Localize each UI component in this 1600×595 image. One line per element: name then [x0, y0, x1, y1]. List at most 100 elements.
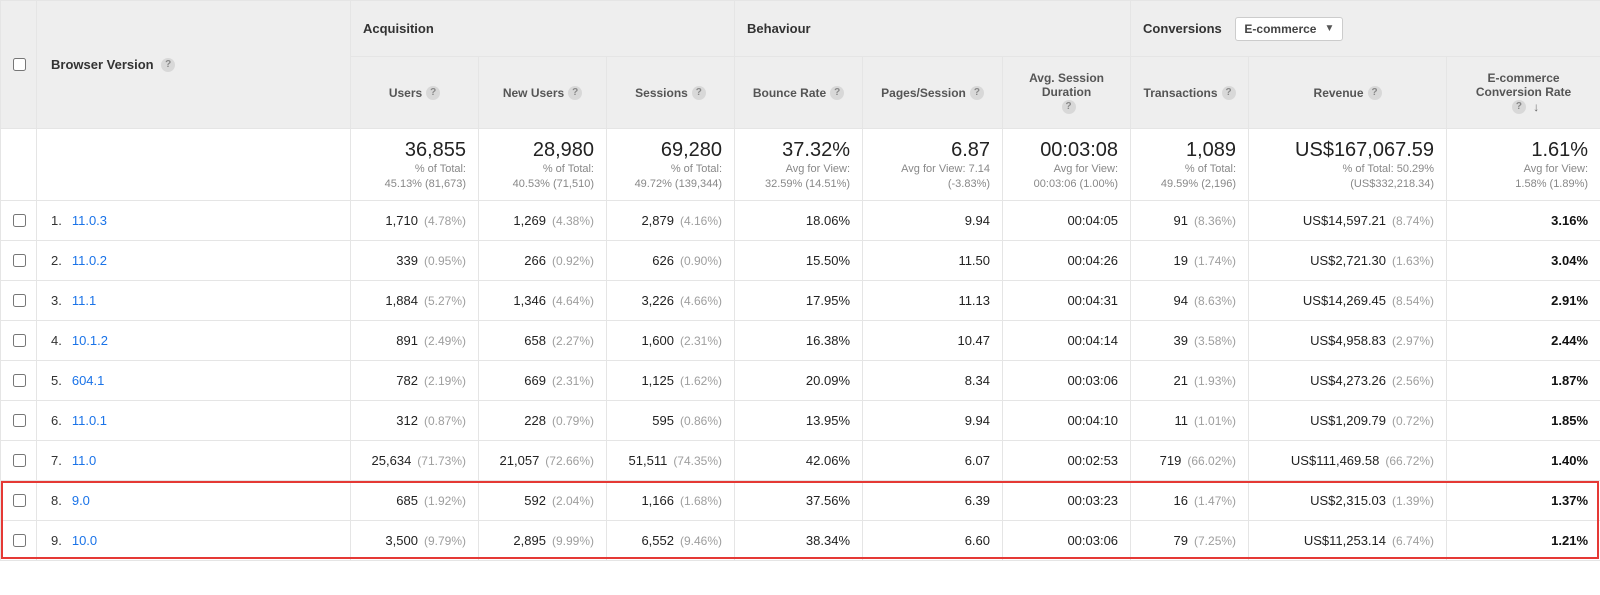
- col-ecommerce-conversion-rate[interactable]: E-commerce Conversion Rate ? ↓: [1447, 57, 1600, 129]
- row-checkbox[interactable]: [13, 214, 26, 227]
- row-checkbox-cell[interactable]: [1, 281, 37, 321]
- cell-txn: 16(1.47%): [1131, 481, 1249, 521]
- row-checkbox-cell[interactable]: [1, 201, 37, 241]
- col-revenue[interactable]: Revenue?: [1249, 57, 1447, 129]
- row-checkbox[interactable]: [13, 454, 26, 467]
- sort-descending-icon: ↓: [1533, 100, 1539, 114]
- row-checkbox[interactable]: [13, 494, 26, 507]
- help-icon[interactable]: ?: [568, 86, 582, 100]
- dimension-cell[interactable]: 7.11.0: [37, 441, 351, 481]
- dimension-header[interactable]: Browser Version ?: [37, 1, 351, 129]
- table-row[interactable]: 4.10.1.2891(2.49%)658(2.27%)1,600(2.31%)…: [1, 321, 1600, 361]
- col-new-users[interactable]: New Users?: [479, 57, 607, 129]
- dimension-cell[interactable]: 3.11.1: [37, 281, 351, 321]
- conversions-dropdown[interactable]: E-commerce ▼: [1235, 17, 1343, 41]
- dimension-cell[interactable]: 1. 11.0.3: [37, 201, 351, 241]
- dimension-cell[interactable]: 6. 11.0.1: [37, 401, 351, 441]
- cell-asd: 00:04:26: [1003, 241, 1131, 281]
- row-checkbox[interactable]: [13, 294, 26, 307]
- dimension-link[interactable]: 604.1: [72, 373, 105, 388]
- dimension-link[interactable]: 11.0: [72, 453, 96, 468]
- row-checkbox[interactable]: [13, 374, 26, 387]
- row-checkbox[interactable]: [13, 334, 26, 347]
- help-icon[interactable]: ?: [692, 86, 706, 100]
- table-row[interactable]: 5.604.1782(2.19%)669(2.31%)1,125(1.62%)2…: [1, 361, 1600, 401]
- summary-row: 36,855 % of Total: 45.13% (81,673) 28,98…: [1, 129, 1600, 201]
- help-icon[interactable]: ?: [426, 86, 440, 100]
- cell-users: 339(0.95%): [351, 241, 479, 281]
- row-checkbox-cell[interactable]: [1, 321, 37, 361]
- cell-ecr: 3.16%: [1447, 201, 1600, 241]
- col-users[interactable]: Users?: [351, 57, 479, 129]
- group-behaviour: Behaviour: [735, 1, 1131, 57]
- cell-txn: 21(1.93%): [1131, 361, 1249, 401]
- row-checkbox-cell[interactable]: [1, 401, 37, 441]
- col-avg-session-duration[interactable]: Avg. Session Duration?: [1003, 57, 1131, 129]
- cell-new-users: 21,057(72.66%): [479, 441, 607, 481]
- help-icon[interactable]: ?: [1062, 100, 1076, 114]
- summary-txn: 1,089 % of Total: 49.59% (2,196): [1131, 129, 1249, 201]
- cell-sessions: 1,166(1.68%): [607, 481, 735, 521]
- col-transactions[interactable]: Transactions?: [1131, 57, 1249, 129]
- row-checkbox[interactable]: [13, 534, 26, 547]
- dimension-link[interactable]: 11.0.1: [72, 413, 107, 428]
- dimension-cell[interactable]: 9.10.0: [37, 521, 351, 561]
- row-checkbox-cell[interactable]: [1, 521, 37, 561]
- cell-sessions: 626(0.90%): [607, 241, 735, 281]
- col-pages-session[interactable]: Pages/Session?: [863, 57, 1003, 129]
- help-icon[interactable]: ?: [970, 86, 984, 100]
- table-row[interactable]: 2.11.0.2339(0.95%)266(0.92%)626(0.90%)15…: [1, 241, 1600, 281]
- cell-sessions: 1,600(2.31%): [607, 321, 735, 361]
- row-checkbox[interactable]: [13, 414, 26, 427]
- dimension-cell[interactable]: 8.9.0: [37, 481, 351, 521]
- row-index: 1.: [51, 213, 62, 228]
- row-index: 2.: [51, 253, 62, 268]
- select-all-checkbox[interactable]: [13, 58, 26, 71]
- cell-txn: 11(1.01%): [1131, 401, 1249, 441]
- cell-asd: 00:04:05: [1003, 201, 1131, 241]
- dimension-link[interactable]: 10.0: [72, 533, 97, 548]
- cell-pps: 6.07: [863, 441, 1003, 481]
- summary-new-users: 28,980 % of Total: 40.53% (71,510): [479, 129, 607, 201]
- dimension-link[interactable]: 11.0.2: [72, 253, 107, 268]
- table-row[interactable]: 8.9.0685(1.92%)592(2.04%)1,166(1.68%)37.…: [1, 481, 1600, 521]
- row-checkbox[interactable]: [13, 254, 26, 267]
- cell-users: 25,634(71.73%): [351, 441, 479, 481]
- row-checkbox-cell[interactable]: [1, 481, 37, 521]
- cell-ecr: 1.85%: [1447, 401, 1600, 441]
- dimension-link[interactable]: 11.0.3: [72, 213, 107, 228]
- cell-users: 1,710(4.78%): [351, 201, 479, 241]
- row-checkbox-cell[interactable]: [1, 441, 37, 481]
- row-index: 6.: [51, 413, 62, 428]
- dimension-link[interactable]: 9.0: [72, 493, 90, 508]
- cell-sessions: 2,879(4.16%): [607, 201, 735, 241]
- summary-rev: US$167,067.59 % of Total: 50.29% (US$332…: [1249, 129, 1447, 201]
- cell-ecr: 1.37%: [1447, 481, 1600, 521]
- cell-txn: 94(8.63%): [1131, 281, 1249, 321]
- table-row[interactable]: 1.11.0.31,710(4.78%)1,269(4.38%)2,879(4.…: [1, 201, 1600, 241]
- dimension-cell[interactable]: 4.10.1.2: [37, 321, 351, 361]
- col-bounce-rate[interactable]: Bounce Rate?: [735, 57, 863, 129]
- select-all-cell[interactable]: [1, 1, 37, 129]
- dimension-link[interactable]: 11.1: [72, 293, 96, 308]
- help-icon[interactable]: ?: [161, 58, 175, 72]
- dimension-link[interactable]: 10.1.2: [72, 333, 108, 348]
- dimension-cell[interactable]: 2. 11.0.2: [37, 241, 351, 281]
- help-icon[interactable]: ?: [1222, 86, 1236, 100]
- cell-asd: 00:03:23: [1003, 481, 1131, 521]
- cell-ecr: 2.44%: [1447, 321, 1600, 361]
- table-row[interactable]: 3.11.11,884(5.27%)1,346(4.64%)3,226(4.66…: [1, 281, 1600, 321]
- dimension-cell[interactable]: 5.604.1: [37, 361, 351, 401]
- table-row[interactable]: 9.10.03,500(9.79%)2,895(9.99%)6,552(9.46…: [1, 521, 1600, 561]
- help-icon[interactable]: ?: [1368, 86, 1382, 100]
- table-row[interactable]: 6.11.0.1312(0.87%)228(0.79%)595(0.86%)13…: [1, 401, 1600, 441]
- col-sessions[interactable]: Sessions?: [607, 57, 735, 129]
- row-checkbox-cell[interactable]: [1, 241, 37, 281]
- cell-asd: 00:04:31: [1003, 281, 1131, 321]
- cell-rev: US$111,469.58(66.72%): [1249, 441, 1447, 481]
- help-icon[interactable]: ?: [1512, 100, 1526, 114]
- help-icon[interactable]: ?: [830, 86, 844, 100]
- table-row[interactable]: 7.11.025,634(71.73%)21,057(72.66%)51,511…: [1, 441, 1600, 481]
- row-checkbox-cell[interactable]: [1, 361, 37, 401]
- cell-pps: 9.94: [863, 201, 1003, 241]
